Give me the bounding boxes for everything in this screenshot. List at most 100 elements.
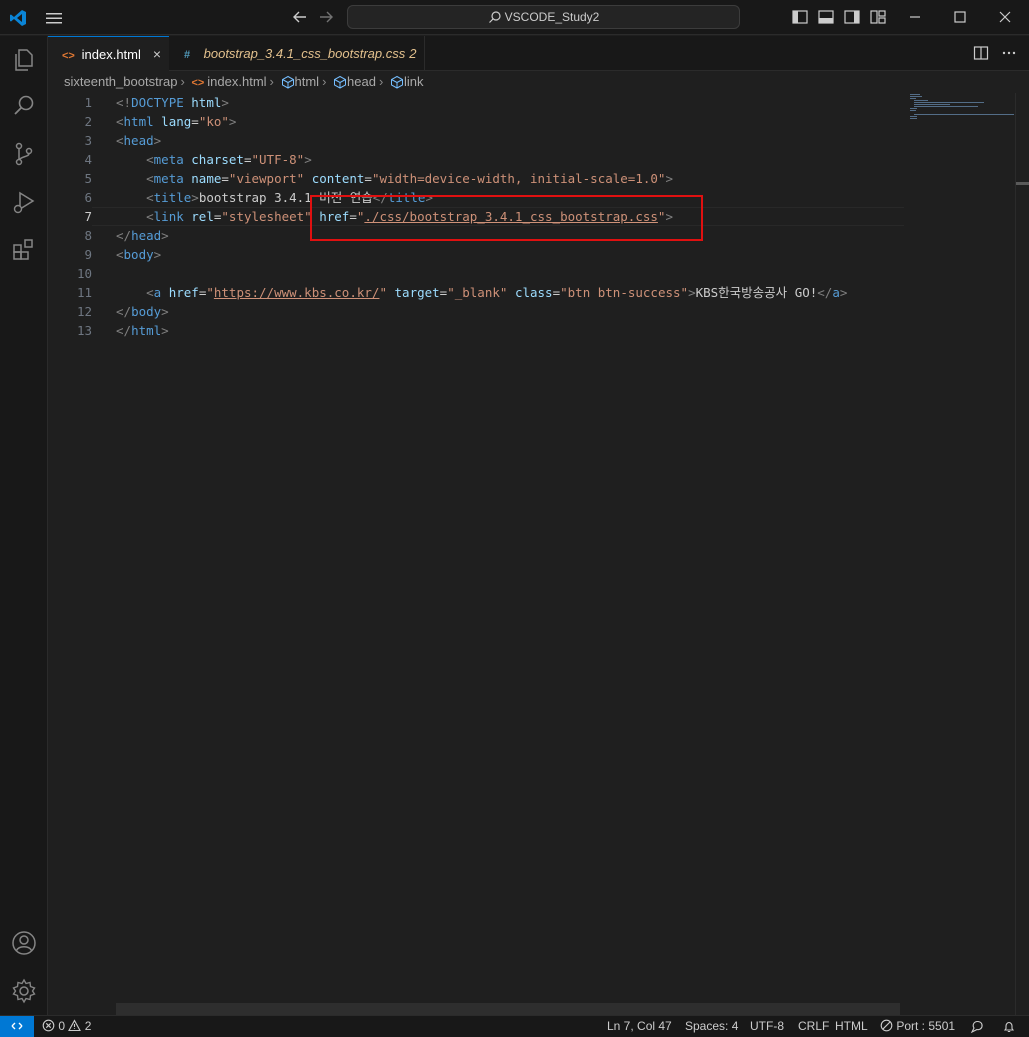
code-token: html: [123, 114, 154, 129]
search-icon: [488, 11, 501, 23]
end-of-line[interactable]: CRLF: [798, 1016, 829, 1037]
code-line[interactable]: [116, 264, 906, 283]
tab-label: bootstrap_3.4.1_css_bootstrap.css: [203, 46, 406, 61]
code-line[interactable]: <body>: [116, 245, 906, 264]
code-token: "UTF-8": [251, 152, 305, 167]
code-link[interactable]: https://www.kbs.co.kr/: [214, 285, 380, 300]
remote-icon: [11, 1022, 23, 1030]
command-center-search[interactable]: VSCODE_Study2: [347, 5, 740, 29]
problems-indicator[interactable]: 0 2: [42, 1016, 91, 1037]
arrow-left-icon[interactable]: [290, 7, 310, 27]
chevron-right-icon: ›: [180, 74, 185, 89]
language-mode[interactable]: HTML: [835, 1016, 868, 1037]
code-line[interactable]: <meta name="viewport" content="width=dev…: [116, 169, 906, 188]
code-token: "_blank": [447, 285, 508, 300]
code-token: body: [123, 247, 154, 262]
code-token: <: [116, 114, 124, 129]
code-token: ": [379, 285, 387, 300]
status-bar: 0 2 Ln 7, Col 47 Spaces: 4 UTF-8 CRLF HT…: [0, 1015, 1029, 1037]
close-icon[interactable]: [996, 8, 1014, 26]
code-line[interactable]: <meta charset="UTF-8">: [116, 150, 906, 169]
indentation[interactable]: Spaces: 4: [685, 1016, 738, 1037]
maximize-icon[interactable]: [951, 8, 969, 26]
tab-bootstrap-css[interactable]: # bootstrap_3.4.1_css_bootstrap.css 2: [170, 36, 425, 71]
remote-indicator[interactable]: [0, 1016, 34, 1037]
code-line[interactable]: </body>: [116, 302, 906, 321]
menu-icon[interactable]: [44, 8, 64, 28]
breadcrumb-folder[interactable]: sixteenth_bootstrap: [64, 74, 177, 89]
line-number: 8: [84, 228, 92, 243]
code-token: ": [206, 285, 214, 300]
port-icon: [880, 1019, 893, 1032]
code-token: >: [191, 190, 199, 205]
code-token: "ko": [198, 114, 229, 129]
element-icon: [334, 75, 347, 89]
minimize-icon[interactable]: [906, 8, 924, 26]
settings-gear-icon[interactable]: [10, 977, 38, 1005]
code-token: =: [364, 171, 372, 186]
code-line[interactable]: <html lang="ko">: [116, 112, 906, 131]
cursor-position[interactable]: Ln 7, Col 47: [607, 1016, 672, 1037]
code-editor[interactable]: 1 2 3 4 5 6 7 8 9 10 11 12 13 <!DOCTYPE html> <html l…: [48, 93, 1029, 1015]
horizontal-scrollbar[interactable]: [116, 1003, 900, 1015]
line-number: 10: [76, 266, 92, 281]
code-token: lang: [161, 114, 192, 129]
breadcrumb-file[interactable]: index.html: [207, 74, 266, 89]
code-token: name: [191, 171, 222, 186]
source-control-icon[interactable]: [10, 140, 38, 168]
toggle-panel-icon[interactable]: [817, 8, 835, 26]
line-number: 12: [76, 304, 92, 319]
line-number: 5: [84, 171, 92, 186]
code-token: a: [832, 285, 840, 300]
live-server-port[interactable]: Port : 5501: [880, 1016, 955, 1037]
code-token: <: [116, 247, 124, 262]
code-line[interactable]: <!DOCTYPE html>: [116, 93, 906, 112]
search-view-icon[interactable]: [10, 92, 38, 120]
feedback-icon[interactable]: [970, 1020, 984, 1034]
code-line[interactable]: </html>: [116, 321, 906, 340]
extensions-icon[interactable]: [10, 236, 38, 264]
code-token: >: [161, 228, 169, 243]
code-token: title: [153, 190, 192, 205]
explorer-icon[interactable]: [10, 46, 38, 74]
line-number: 7: [84, 209, 92, 224]
chevron-right-icon: ›: [269, 74, 274, 89]
code-token: body: [131, 304, 162, 319]
code-token: DOCTYPE: [131, 95, 184, 110]
code-token: <: [146, 190, 154, 205]
activity-bar: [0, 36, 48, 1015]
breadcrumb-link[interactable]: link: [404, 74, 424, 89]
code-token: =: [243, 152, 252, 167]
code-token: >: [839, 285, 848, 300]
code-token: html: [191, 95, 222, 110]
code-token: <: [146, 285, 154, 300]
tab-index-html[interactable]: <> index.html ×: [48, 36, 169, 71]
breadcrumb-head[interactable]: head: [347, 74, 376, 89]
red-annotation-box: [310, 195, 703, 241]
toggle-secondary-sidebar-icon[interactable]: [843, 8, 861, 26]
tab-close-icon[interactable]: ×: [153, 37, 161, 72]
encoding[interactable]: UTF-8: [750, 1016, 784, 1037]
css-file-icon: #: [184, 49, 191, 61]
account-icon[interactable]: [10, 929, 38, 957]
code-token: <: [146, 171, 154, 186]
breadcrumb-html[interactable]: html: [295, 74, 320, 89]
arrow-right-icon[interactable]: [316, 7, 336, 27]
run-debug-icon[interactable]: [10, 188, 38, 216]
code-line[interactable]: <a href="https://www.kbs.co.kr/" target=…: [116, 283, 906, 302]
minimap[interactable]: [908, 93, 1018, 133]
split-editor-icon[interactable]: [973, 45, 989, 61]
code-token: KBS한국방송공사 GO!: [695, 285, 818, 300]
code-token: "stylesheet": [221, 209, 312, 224]
customize-layout-icon[interactable]: [869, 8, 887, 26]
bell-icon[interactable]: [1002, 1020, 1016, 1034]
more-actions-icon[interactable]: [1001, 45, 1017, 61]
warning-icon: [68, 1019, 82, 1032]
toggle-sidebar-icon[interactable]: [791, 8, 809, 26]
code-line[interactable]: <head>: [116, 131, 906, 150]
code-token: class: [514, 285, 553, 300]
vertical-scrollbar[interactable]: [1015, 93, 1029, 1015]
port-label: Port : 5501: [896, 1019, 956, 1033]
